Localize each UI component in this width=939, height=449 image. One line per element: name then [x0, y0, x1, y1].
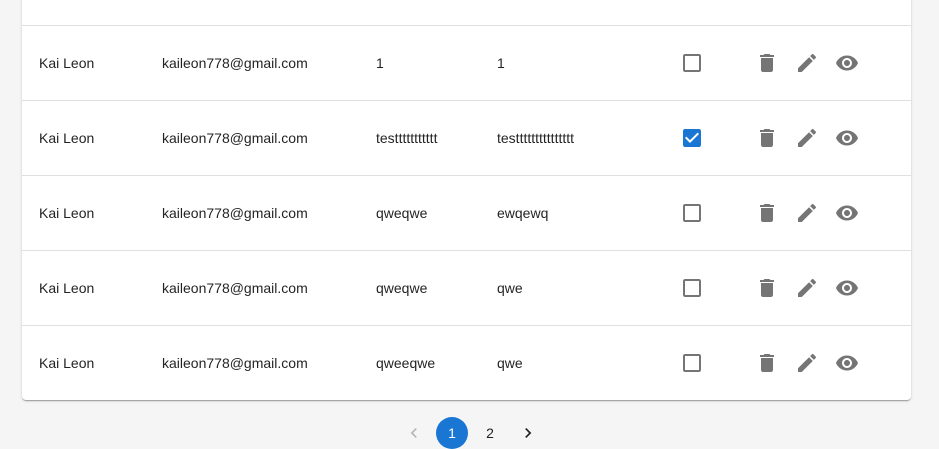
page-button-1[interactable]: 1 — [436, 417, 468, 449]
table-row: Kai Leon kaileon778@gmail.com testtttttt… — [22, 100, 911, 175]
email-cell: kaileon778@gmail.com — [162, 130, 308, 146]
delete-icon[interactable] — [755, 51, 779, 75]
field1-cell: qweqwe — [376, 280, 428, 296]
name-cell: Kai Leon — [39, 205, 95, 221]
chevron-right-icon — [525, 428, 532, 438]
row-checkbox[interactable] — [680, 201, 704, 225]
email-cell: kaileon778@gmail.com — [162, 205, 308, 221]
name-cell: Kai Leon — [39, 355, 95, 371]
edit-icon[interactable] — [795, 351, 819, 375]
visibility-icon[interactable] — [835, 351, 859, 375]
field2-cell: ewqewq — [497, 205, 549, 221]
email-cell: kaileon778@gmail.com — [162, 280, 308, 296]
field1-cell: testtttttttttt — [376, 130, 438, 146]
email-cell: kaileon778@gmail.com — [162, 55, 308, 71]
field1-cell: qweqwe — [376, 205, 428, 221]
table-row: Kai Leon kaileon778@gmail.com 1 1 — [22, 25, 911, 100]
name-cell: Kai Leon — [39, 280, 95, 296]
table-row: Kai Leon kaileon778@gmail.com qweqwe ewq… — [22, 175, 911, 250]
table-row: Kai Leon kaileon778@gmail.com qweqwe qwe — [22, 250, 911, 325]
checkbox-checked-icon — [683, 129, 701, 147]
visibility-icon[interactable] — [835, 201, 859, 225]
name-cell: Kai Leon — [39, 130, 95, 146]
edit-icon[interactable] — [795, 51, 819, 75]
table-paper: Kai Leon kaileon778@gmail.com 1 1 Kai Le… — [22, 0, 911, 400]
edit-icon[interactable] — [795, 126, 819, 150]
field2-cell: qwe — [497, 355, 523, 371]
delete-icon[interactable] — [755, 126, 779, 150]
row-checkbox[interactable] — [680, 126, 704, 150]
visibility-icon[interactable] — [835, 276, 859, 300]
delete-icon[interactable] — [755, 276, 779, 300]
field2-cell: testtttttttttttttt — [497, 130, 575, 146]
chevron-left-icon — [410, 428, 417, 438]
checkbox-unchecked-icon — [683, 204, 701, 222]
pagination: 1 2 — [395, 417, 547, 449]
field2-cell: qwe — [497, 280, 523, 296]
checkbox-unchecked-icon — [683, 279, 701, 297]
field2-cell: 1 — [497, 55, 505, 71]
field1-cell: 1 — [376, 55, 384, 71]
previous-page-button[interactable] — [398, 417, 430, 449]
visibility-icon[interactable] — [835, 51, 859, 75]
field1-cell: qweeqwe — [376, 355, 436, 371]
name-cell: Kai Leon — [39, 55, 95, 71]
email-cell: kaileon778@gmail.com — [162, 355, 308, 371]
next-page-button[interactable] — [512, 417, 544, 449]
visibility-icon[interactable] — [835, 126, 859, 150]
row-checkbox[interactable] — [680, 51, 704, 75]
row-checkbox[interactable] — [680, 351, 704, 375]
edit-icon[interactable] — [795, 276, 819, 300]
edit-icon[interactable] — [795, 201, 819, 225]
table-row: Kai Leon kaileon778@gmail.com qweeqwe qw… — [22, 325, 911, 400]
page-button-2[interactable]: 2 — [474, 417, 506, 449]
delete-icon[interactable] — [755, 351, 779, 375]
delete-icon[interactable] — [755, 201, 779, 225]
row-checkbox[interactable] — [680, 276, 704, 300]
checkbox-unchecked-icon — [683, 354, 701, 372]
checkbox-unchecked-icon — [683, 54, 701, 72]
